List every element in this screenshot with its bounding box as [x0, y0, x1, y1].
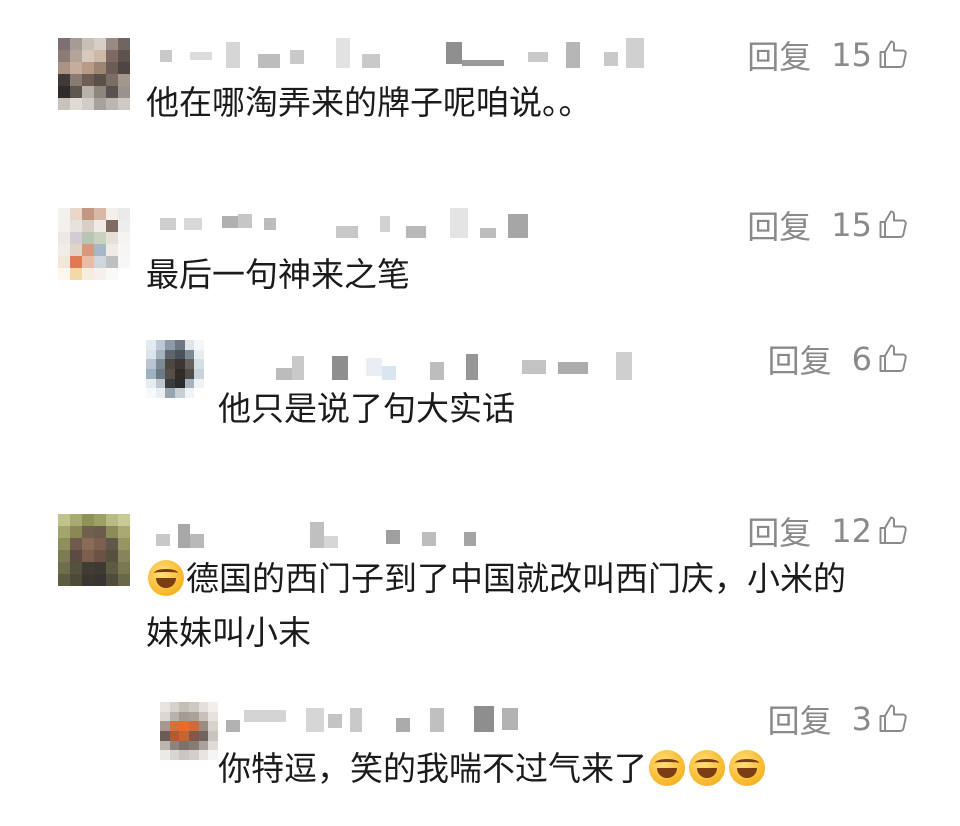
avatar[interactable]: [160, 702, 218, 760]
username-blurred[interactable]: [150, 520, 510, 550]
like-count: 6: [851, 340, 872, 378]
like-count: 15: [831, 206, 872, 244]
username-blurred[interactable]: [150, 38, 670, 68]
like-button[interactable]: 6: [852, 340, 912, 378]
like-button[interactable]: 15: [831, 36, 912, 74]
reply-button[interactable]: 回复: [768, 336, 832, 382]
comment-meta: 回复 3: [768, 696, 912, 742]
avatar[interactable]: [58, 208, 130, 280]
like-count: 15: [831, 36, 872, 74]
face-palm-laugh-emoji: [148, 560, 184, 596]
reply-button[interactable]: 回复: [747, 508, 811, 554]
like-button[interactable]: 15: [831, 206, 912, 244]
reply-button[interactable]: 回复: [747, 202, 811, 248]
thumbs-up-icon: [879, 210, 907, 238]
comment-text: 最后一句神来之笔: [146, 255, 410, 294]
comment-text-line1: 德国的西门子到了中国就改叫西门庆，小米的: [186, 559, 846, 598]
username-blurred[interactable]: [220, 704, 540, 734]
like-count: 12: [831, 512, 872, 550]
reply-button[interactable]: 回复: [747, 32, 811, 78]
comment-meta: 回复 15: [747, 202, 912, 248]
comment-text: 他在哪淘弄来的牌子呢咱说。。: [146, 83, 592, 122]
comment-text-body: 你特逗，笑的我喘不过气来了: [218, 749, 647, 788]
laughing-crying-emoji: [649, 750, 685, 786]
thumbs-up-icon: [879, 40, 907, 68]
comment-meta: 回复 15: [747, 32, 912, 78]
thumbs-up-icon: [879, 516, 907, 544]
laughing-crying-emoji: [729, 750, 765, 786]
comment-text: 他只是说了句大实话: [218, 389, 515, 428]
comment-text: 你特逗，笑的我喘不过气来了: [218, 742, 767, 796]
laughing-crying-emoji: [689, 750, 725, 786]
reply-button[interactable]: 回复: [768, 696, 832, 742]
avatar[interactable]: [58, 514, 130, 586]
avatar[interactable]: [58, 38, 130, 110]
thumbs-up-icon: [879, 704, 907, 732]
comment-text: 德国的西门子到了中国就改叫西门庆，小米的: [146, 552, 846, 606]
like-count: 3: [851, 700, 872, 738]
avatar[interactable]: [146, 340, 204, 398]
username-blurred[interactable]: [270, 352, 650, 382]
like-button[interactable]: 3: [852, 700, 912, 738]
comment-meta: 回复 6: [768, 336, 912, 382]
thumbs-up-icon: [879, 344, 907, 372]
comment-text-line2: 妹妹叫小末: [146, 613, 311, 652]
username-blurred[interactable]: [150, 208, 570, 238]
like-button[interactable]: 12: [831, 512, 912, 550]
comment-meta: 回复 12: [747, 508, 912, 554]
